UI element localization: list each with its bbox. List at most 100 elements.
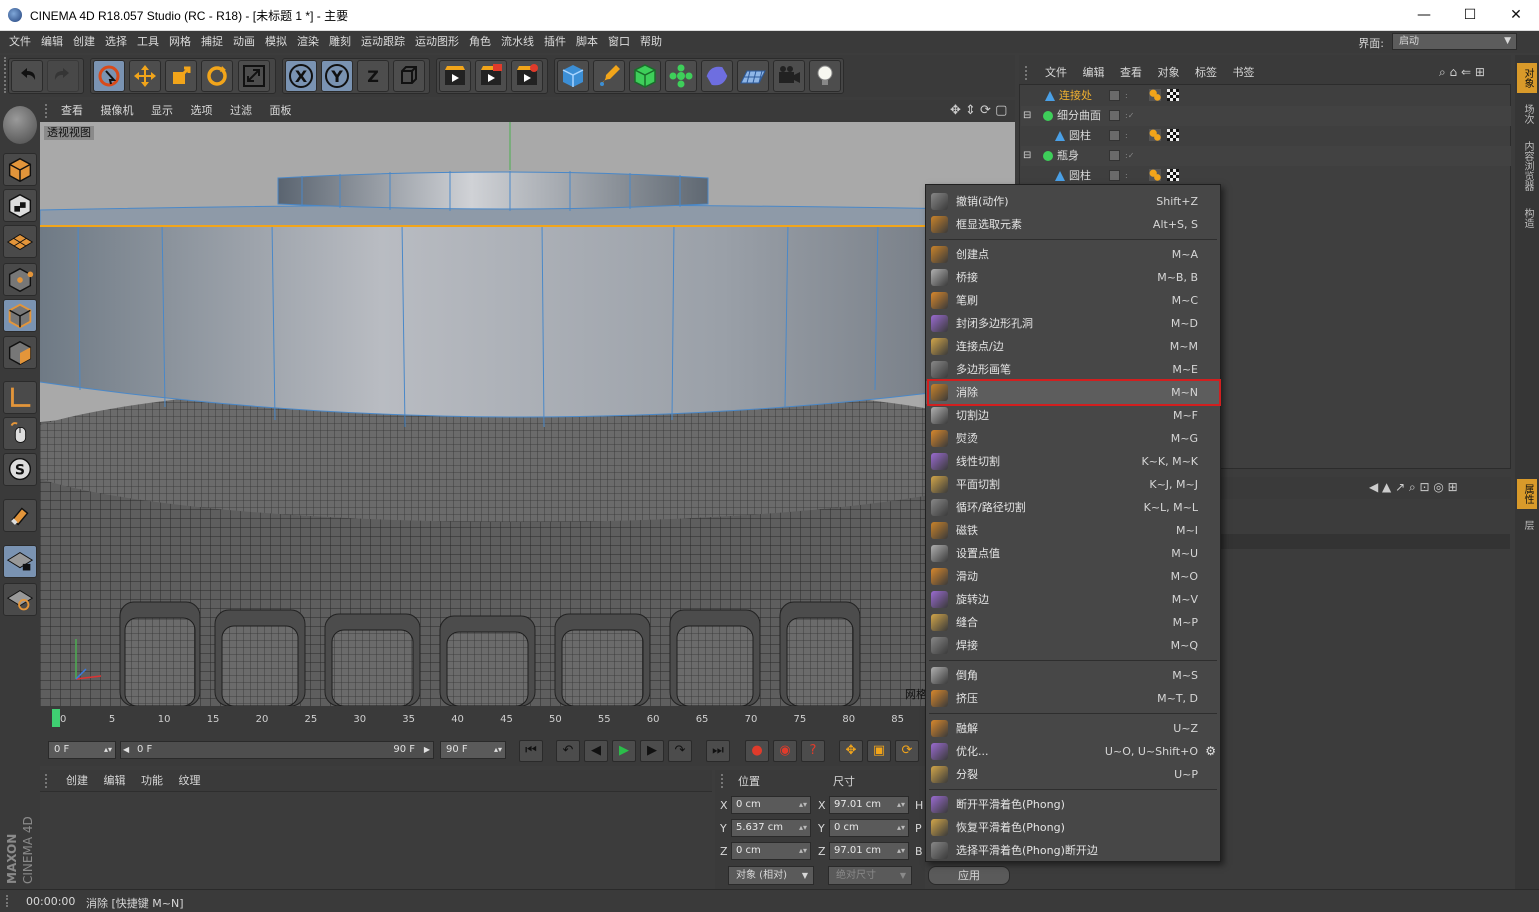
side-tab[interactable]: 构造 — [1517, 203, 1537, 233]
tweak-mode-button[interactable] — [3, 417, 37, 450]
viewport-menu-panel[interactable]: 面板 — [263, 100, 299, 122]
scale-tool[interactable] — [165, 60, 197, 92]
deformer-icon[interactable] — [701, 60, 733, 92]
menu-item-13[interactable]: 角色 — [464, 31, 496, 53]
expand-toggle-icon[interactable]: ⊟ — [1023, 146, 1031, 166]
undo-button[interactable] — [11, 60, 43, 92]
viewport-menu-display[interactable]: 显示 — [144, 100, 180, 122]
menu-item-6[interactable]: 捕捉 — [196, 31, 228, 53]
edges-mode-button[interactable] — [3, 299, 37, 332]
stepper-arrows-icon[interactable]: ▴▾ — [897, 820, 905, 836]
next-frame-button[interactable]: ▶ — [640, 740, 664, 762]
range-left-arrow-icon[interactable]: ◀ — [123, 742, 129, 758]
object-row[interactable]: 圆柱: — [1021, 126, 1511, 146]
layer-dots-icon[interactable]: : — [1125, 166, 1128, 186]
viewport-menu-cameras[interactable]: 摄像机 — [94, 100, 141, 122]
context-menu-item[interactable]: 选择平滑着色(Phong)断开边 — [926, 839, 1220, 862]
layer-dots-icon[interactable]: :✓ — [1125, 146, 1134, 166]
workplane-lock-button[interactable] — [3, 545, 37, 578]
workplane-mode-button[interactable] — [3, 225, 37, 258]
object-menu-tags[interactable]: 标签 — [1189, 62, 1223, 84]
material-manager-area[interactable] — [40, 793, 712, 889]
menu-item-16[interactable]: 脚本 — [571, 31, 603, 53]
context-menu-item[interactable]: 切割边 M~F — [926, 404, 1220, 427]
context-menu-item[interactable]: 缝合 M~P — [926, 611, 1220, 634]
side-tab[interactable]: 属性 — [1517, 479, 1537, 509]
menu-item-12[interactable]: 运动图形 — [410, 31, 464, 53]
cloner-icon[interactable] — [665, 60, 697, 92]
menu-item-9[interactable]: 渲染 — [292, 31, 324, 53]
apply-button[interactable]: 应用 — [928, 866, 1010, 885]
context-menu-item[interactable]: 循环/路径切割 K~L, M~L — [926, 496, 1220, 519]
visibility-toggle-icon[interactable] — [1109, 150, 1120, 161]
context-menu-item[interactable]: 磁铁 M~I — [926, 519, 1220, 542]
side-tab[interactable]: 层 — [1517, 515, 1537, 535]
make-editable-icon[interactable] — [3, 106, 37, 144]
pen-spline-icon[interactable] — [593, 60, 625, 92]
object-row[interactable]: ⊟ 细分曲面:✓ — [1021, 106, 1511, 126]
menu-item-7[interactable]: 动画 — [228, 31, 260, 53]
menu-item-3[interactable]: 选择 — [100, 31, 132, 53]
menu-item-14[interactable]: 流水线 — [496, 31, 539, 53]
size-mode-dropdown[interactable]: 绝对尺寸 ▼ — [828, 866, 912, 885]
checker-tag-icon[interactable] — [1167, 169, 1179, 181]
context-menu-item[interactable]: 恢复平滑着色(Phong) — [926, 816, 1220, 839]
menu-item-17[interactable]: 窗口 — [603, 31, 635, 53]
visibility-toggle-icon[interactable] — [1109, 170, 1120, 181]
context-menu-item[interactable]: 融解 U~Z — [926, 717, 1220, 740]
object-menu-bookmarks[interactable]: 书签 — [1227, 62, 1261, 84]
menu-item-2[interactable]: 创建 — [68, 31, 100, 53]
frame-range-slider[interactable]: ◀ 0 F 90 F ▶ — [120, 741, 434, 759]
close-button[interactable]: ✕ — [1493, 0, 1539, 31]
keyframe-selection-icon[interactable]: ? — [801, 740, 825, 762]
layer-dots-icon[interactable]: : — [1125, 86, 1128, 106]
menu-item-1[interactable]: 编辑 — [36, 31, 68, 53]
side-tab[interactable]: 内容浏览器 — [1517, 133, 1537, 199]
key-scale-icon[interactable]: ▣ — [867, 740, 891, 762]
z-axis-lock[interactable]: Z — [357, 60, 389, 92]
timeline-playhead[interactable] — [52, 709, 60, 727]
side-tab[interactable]: 对象 — [1517, 63, 1537, 93]
context-menu-item[interactable]: 设置点值 M~U — [926, 542, 1220, 565]
context-menu-item[interactable]: 多边形画笔 M~E — [926, 358, 1220, 381]
stepper-arrows-icon[interactable]: ▴▾ — [799, 797, 807, 813]
axis-mode-button[interactable] — [3, 381, 37, 414]
context-menu-item[interactable]: 撤销(动作) Shift+Z — [926, 190, 1220, 213]
gear-icon[interactable]: ⚙ — [1205, 740, 1216, 763]
viewport-menu-view[interactable]: 查看 — [54, 100, 90, 122]
phong-tag-icon[interactable] — [1149, 129, 1161, 141]
object-menu-file[interactable]: 文件 — [1039, 62, 1073, 84]
timeline[interactable]: 0 5 10 15 20 25 30 35 40 45 50 55 60 65 70 75 80 85 — [40, 706, 925, 736]
context-menu-item[interactable]: 断开平滑着色(Phong) — [926, 793, 1220, 816]
size-field[interactable]: 0 cm ▴▾ — [829, 819, 909, 837]
stepper-arrows-icon[interactable]: ▴▾ — [897, 843, 905, 859]
rotate-tool[interactable] — [201, 60, 233, 92]
material-menu-texture[interactable]: 纹理 — [173, 770, 207, 792]
context-menu-item[interactable]: 框显选取元素 Alt+S, S — [926, 213, 1220, 236]
planar-workplane-button[interactable] — [3, 583, 37, 616]
move-tool[interactable] — [129, 60, 161, 92]
x-axis-lock[interactable]: X — [285, 60, 317, 92]
menu-item-0[interactable]: 文件 — [0, 31, 36, 53]
checker-tag-icon[interactable] — [1167, 89, 1179, 101]
position-field[interactable]: 5.637 cm ▴▾ — [731, 819, 811, 837]
position-field[interactable]: 0 cm ▴▾ — [731, 796, 811, 814]
context-menu-item[interactable]: 线性切割 K~K, M~K — [926, 450, 1220, 473]
layer-dots-icon[interactable]: :✓ — [1125, 106, 1134, 126]
menu-item-11[interactable]: 运动跟踪 — [356, 31, 410, 53]
coordinate-mode-dropdown[interactable]: 对象 (相对) ▼ — [728, 866, 814, 885]
menu-item-5[interactable]: 网格 — [164, 31, 196, 53]
menu-item-4[interactable]: 工具 — [132, 31, 164, 53]
current-frame-field[interactable]: 0 F ▴▾ — [48, 741, 116, 759]
size-field[interactable]: 97.01 cm ▴▾ — [829, 796, 909, 814]
minimize-button[interactable]: — — [1401, 0, 1447, 31]
stepper-arrows-icon[interactable]: ▴▾ — [799, 820, 807, 836]
go-to-start-button[interactable]: ⏮ — [519, 740, 543, 762]
viewport-menu-options[interactable]: 选项 — [184, 100, 220, 122]
menu-item-8[interactable]: 模拟 — [260, 31, 292, 53]
maximize-button[interactable]: ☐ — [1447, 0, 1493, 31]
context-menu-item[interactable]: 旋转边 M~V — [926, 588, 1220, 611]
solo-mode-button[interactable]: S — [3, 453, 37, 486]
polygons-mode-button[interactable] — [3, 336, 37, 369]
context-menu-item[interactable]: 优化... U~O, U~Shift+O ⚙ — [926, 740, 1220, 763]
